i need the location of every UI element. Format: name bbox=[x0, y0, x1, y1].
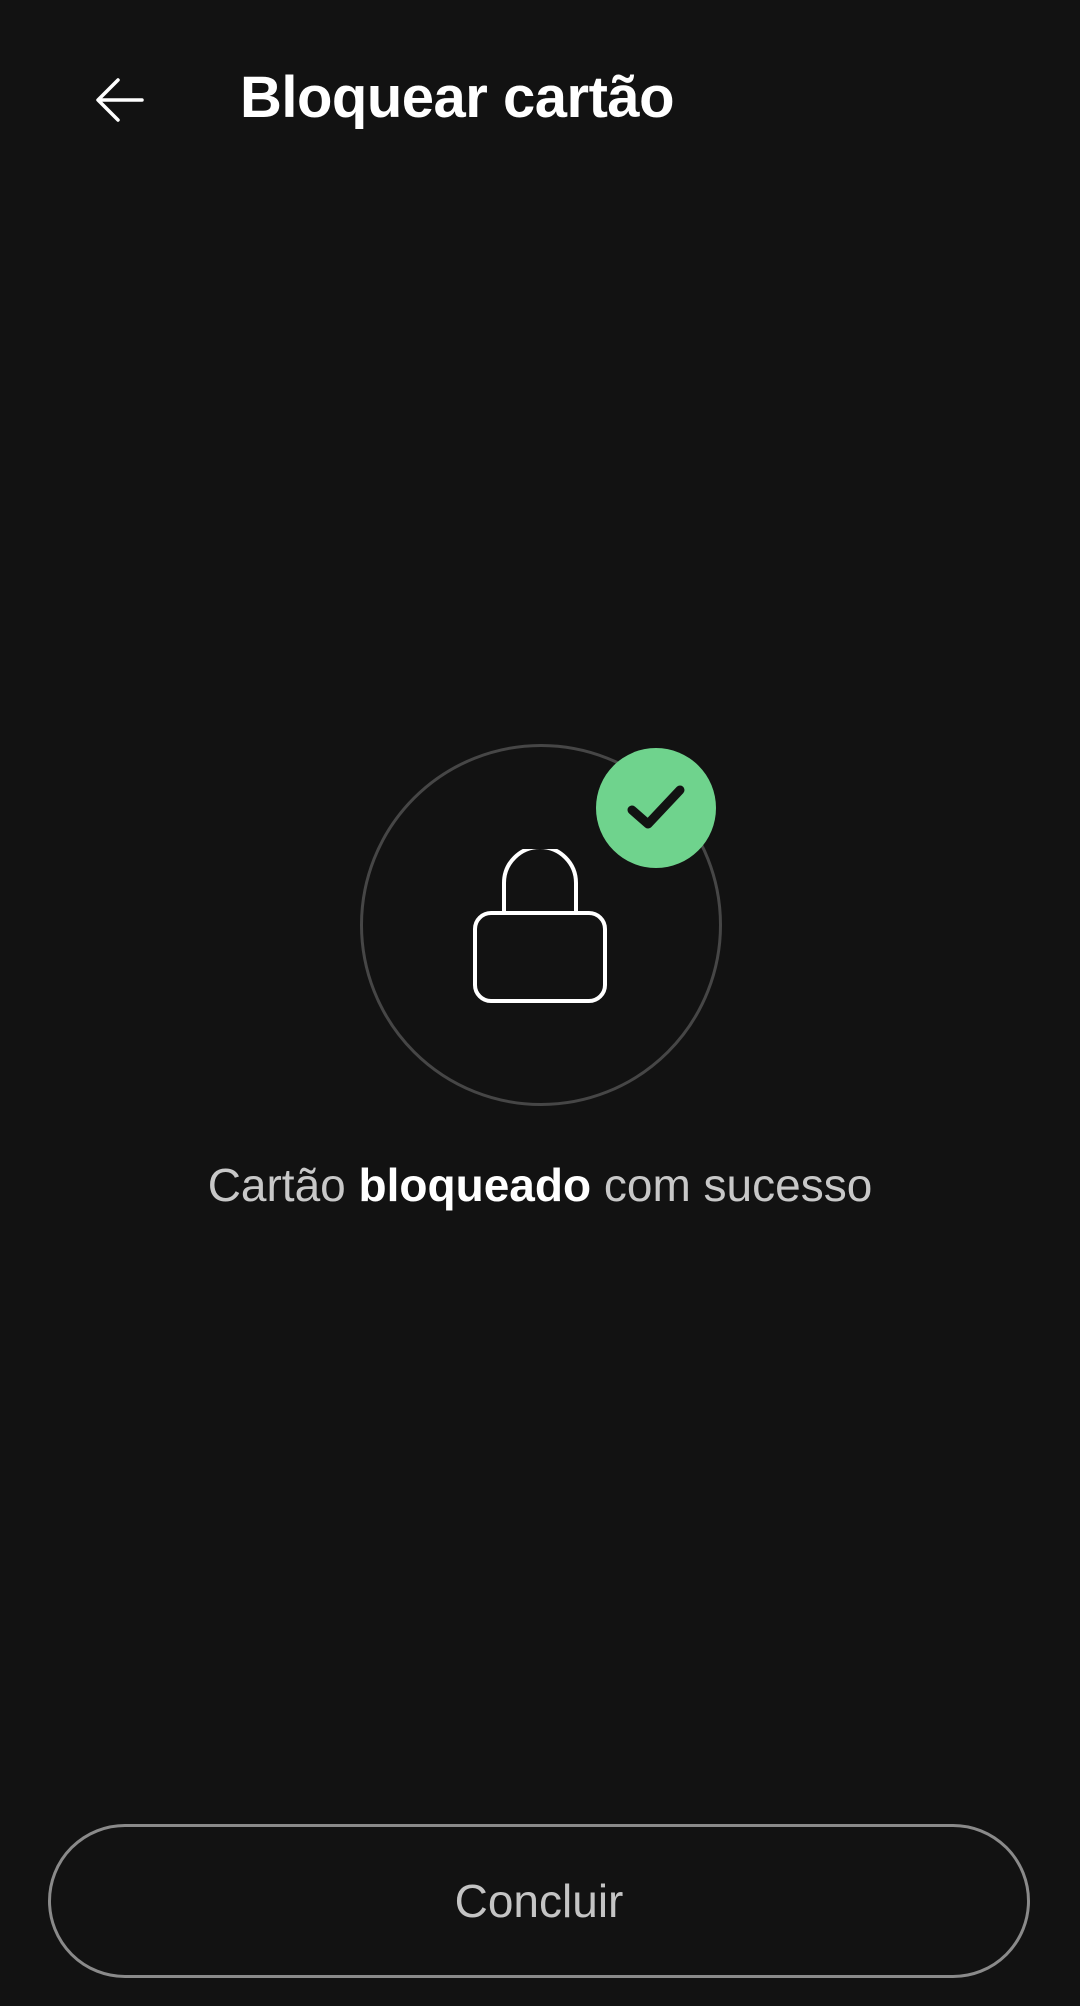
status-message-suffix: com sucesso bbox=[603, 1159, 873, 1211]
success-badge bbox=[596, 748, 716, 868]
arrow-left-icon bbox=[96, 78, 144, 122]
status-message-prefix: Cartão bbox=[207, 1159, 346, 1211]
lock-icon bbox=[473, 849, 607, 1003]
status-message-emphasis: bloqueado bbox=[358, 1159, 592, 1211]
status-message: Cartão bloqueado com sucesso bbox=[0, 1150, 1080, 1220]
status-illustration bbox=[360, 744, 722, 1106]
check-icon bbox=[627, 785, 685, 829]
page-title: Bloquear cartão bbox=[240, 65, 675, 130]
app-bar: Bloquear cartão bbox=[0, 0, 1080, 194]
back-button[interactable] bbox=[72, 52, 168, 148]
done-button[interactable]: Concluir bbox=[48, 1824, 1030, 1978]
